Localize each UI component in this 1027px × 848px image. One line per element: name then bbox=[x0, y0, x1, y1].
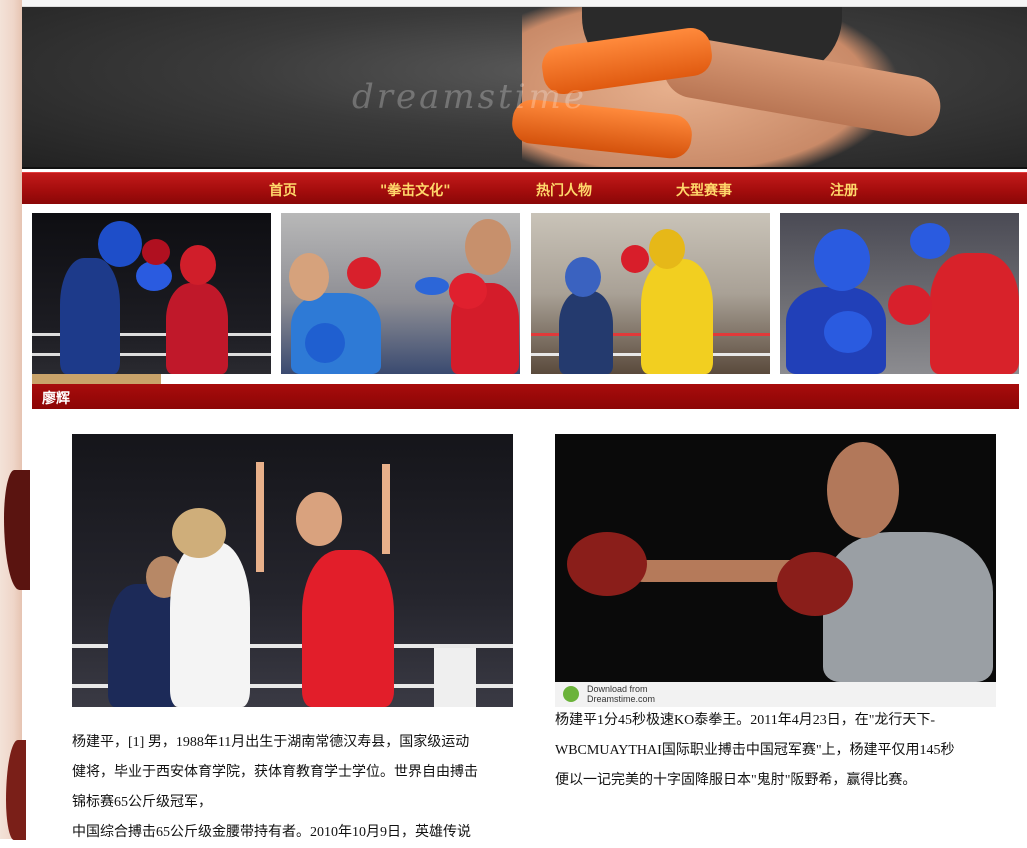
thumbnail-boxing-2[interactable] bbox=[281, 213, 520, 374]
caption-line: 中国综合搏击65公斤级金腰带持有者。2010年10月9日，英雄传说 bbox=[72, 825, 471, 840]
boxer-head bbox=[296, 492, 342, 546]
boxer-usa bbox=[108, 584, 178, 707]
referee bbox=[170, 542, 250, 707]
thumbnail-boxing-3[interactable] bbox=[531, 213, 770, 374]
glove-red bbox=[567, 532, 647, 596]
glove-blue bbox=[305, 323, 345, 363]
download-label: Download from bbox=[587, 684, 648, 694]
left-decoration bbox=[0, 0, 30, 840]
boxer-yellow bbox=[641, 259, 713, 374]
section-title: 廖辉 bbox=[42, 391, 70, 407]
nav-major-events[interactable]: 大型赛事 bbox=[676, 180, 732, 200]
thumbnail-boxing-4[interactable] bbox=[780, 213, 1019, 374]
boxer-blue bbox=[60, 258, 120, 374]
banner-watermark: dreamstime bbox=[352, 77, 587, 117]
boxer-red bbox=[930, 253, 1019, 374]
raised-arm bbox=[256, 462, 264, 572]
stock-footer: Download from Dreamstime.com bbox=[555, 682, 996, 707]
photo-boxer-stock: Download from Dreamstime.com bbox=[555, 434, 996, 707]
decor-shape bbox=[4, 470, 30, 590]
boxer-navy bbox=[559, 291, 613, 374]
decor-shape bbox=[6, 740, 26, 840]
photo-victory bbox=[72, 434, 513, 707]
caption-line: 杨建平，[1] 男，1988年11月出生于湖南常德汉寿县，国家级运动 bbox=[72, 735, 470, 750]
glove-red bbox=[888, 285, 932, 325]
thumbnail-boxing-1[interactable] bbox=[32, 213, 271, 374]
headgear-blue bbox=[910, 223, 950, 259]
nav-register[interactable]: 注册 bbox=[830, 180, 858, 200]
headgear-red bbox=[180, 245, 216, 285]
nav-home[interactable]: 首页 bbox=[269, 180, 297, 200]
raised-arm bbox=[382, 464, 390, 554]
glove-blue bbox=[136, 261, 172, 291]
section-header: 廖辉 bbox=[32, 374, 1019, 409]
caption-line: 健将，毕业于西安体育学院，获体育教育学士学位。世界自由搏击 bbox=[72, 765, 478, 780]
glove-blue bbox=[824, 311, 872, 353]
main-nav: 首页 "拳击文化" 热门人物 大型赛事 注册 bbox=[22, 172, 1027, 204]
glove-red bbox=[142, 239, 170, 265]
site-label: Dreamstime.com bbox=[587, 694, 656, 704]
nav-popular-people[interactable]: 热门人物 bbox=[536, 180, 592, 200]
boxer-head bbox=[289, 253, 329, 301]
nav-boxing-culture[interactable]: "拳击文化" bbox=[380, 180, 451, 200]
header-banner-image: dreamstime bbox=[22, 7, 1027, 169]
boxer-head bbox=[827, 442, 899, 538]
glove-red bbox=[449, 273, 487, 309]
boxer-red bbox=[166, 283, 228, 374]
glove-red bbox=[621, 245, 649, 273]
glove-red bbox=[347, 257, 381, 289]
section-accent bbox=[32, 374, 161, 384]
boxer-tank-top bbox=[823, 532, 993, 682]
headgear-blue bbox=[98, 221, 142, 267]
headgear-yellow bbox=[649, 229, 685, 269]
referee-head bbox=[172, 508, 226, 558]
caption-line: 锦标赛65公斤级冠军， bbox=[72, 795, 212, 810]
caption-right: 杨建平1分45秒极速KO泰拳王。2011年4月23日，在"龙行天下- WBCMU… bbox=[555, 706, 995, 796]
caption-line: WBCMUAYTHAI国际职业搏击中国冠军赛"上，杨建平仅用145秒 bbox=[555, 743, 955, 758]
glove-red bbox=[777, 552, 853, 616]
glove-blue bbox=[415, 277, 449, 295]
caption-line: 便以一记完美的十字固降服日本"鬼肘"阪野希，赢得比赛。 bbox=[555, 773, 917, 788]
ring-post bbox=[434, 648, 476, 707]
headgear-blue bbox=[565, 257, 601, 297]
top-border bbox=[0, 0, 1027, 7]
caption-left: 杨建平，[1] 男，1988年11月出生于湖南常德汉寿县，国家级运动 健将，毕业… bbox=[72, 728, 517, 848]
headgear-blue bbox=[814, 229, 870, 291]
dreamstime-logo-icon bbox=[563, 686, 579, 702]
boxer-head bbox=[465, 219, 511, 275]
caption-line: 杨建平1分45秒极速KO泰拳王。2011年4月23日，在"龙行天下- bbox=[555, 713, 936, 728]
boxer-red bbox=[302, 550, 394, 707]
